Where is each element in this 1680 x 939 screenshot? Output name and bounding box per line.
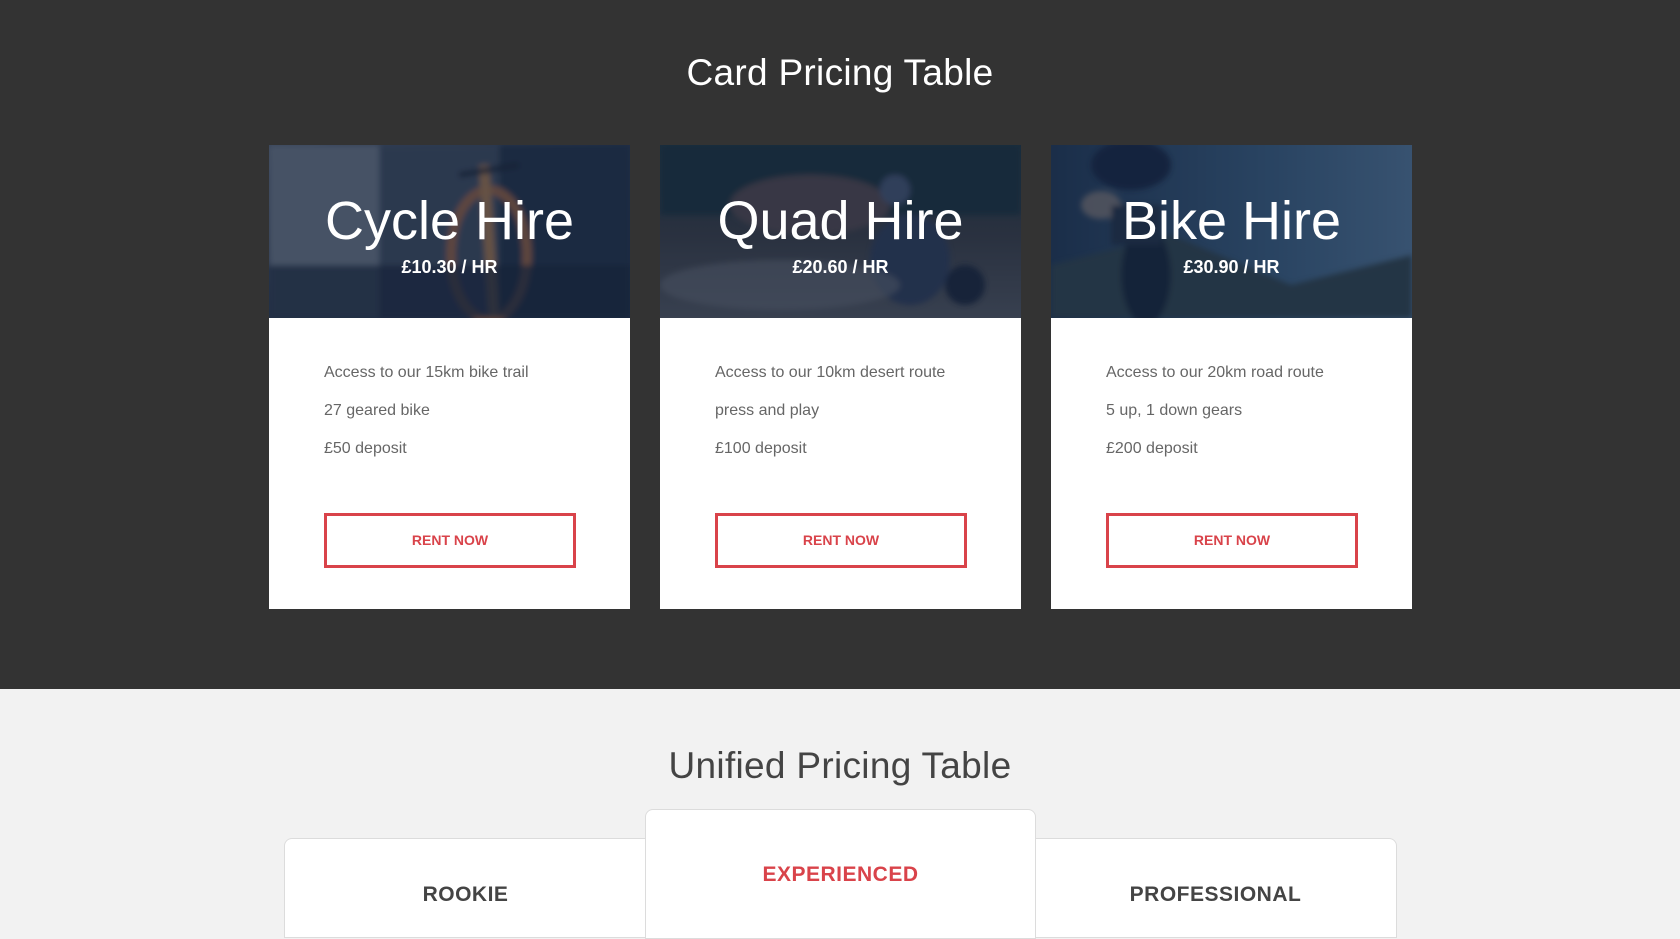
plan-name: PROFESSIONAL <box>1129 883 1302 906</box>
feature-item: £50 deposit <box>324 440 407 457</box>
card-price: £30.90 / HR <box>1183 257 1280 277</box>
feature-item: Access to our 20km road route <box>1106 364 1324 381</box>
unified-pricing-title: Unified Pricing Table <box>668 745 1012 786</box>
card-price: £20.60 / HR <box>792 257 889 277</box>
feature-item: Access to our 15km bike trail <box>324 364 529 381</box>
plan-experienced: EXPERIENCED <box>645 809 1036 939</box>
plan-rookie: ROOKIE <box>284 838 646 938</box>
feature-item: 5 up, 1 down gears <box>1106 402 1243 419</box>
plan-name: ROOKIE <box>422 883 509 906</box>
card-header-image: Quad Hire £20.60 / HR <box>660 145 1021 318</box>
rent-now-button[interactable]: RENT NOW <box>715 513 967 568</box>
plan-professional: PROFESSIONAL <box>1035 838 1397 938</box>
feature-list: Access to our 10km desert route press an… <box>715 363 945 477</box>
feature-list: Access to our 20km road route 5 up, 1 do… <box>1106 363 1324 477</box>
card-pricing-title: Card Pricing Table <box>686 52 994 93</box>
card-header-image: Cycle Hire £10.30 / HR <box>269 145 630 318</box>
plan-name: EXPERIENCED <box>762 863 919 886</box>
rent-now-button[interactable]: RENT NOW <box>1106 513 1358 568</box>
feature-list: Access to our 15km bike trail 27 geared … <box>324 363 529 477</box>
card-title: Cycle Hire <box>324 191 575 251</box>
pricing-card-quad-hire: Quad Hire £20.60 / HR Access to our 10km… <box>660 145 1021 609</box>
card-title: Bike Hire <box>1121 191 1342 251</box>
card-price: £10.30 / HR <box>401 257 498 277</box>
feature-item: press and play <box>715 402 820 419</box>
feature-item: 27 geared bike <box>324 402 430 419</box>
feature-item: £100 deposit <box>715 440 807 457</box>
feature-item: Access to our 10km desert route <box>715 364 946 381</box>
card-header-image: Bike Hire £30.90 / HR <box>1051 145 1412 318</box>
card-title: Quad Hire <box>717 191 964 251</box>
pricing-card-bike-hire: Bike Hire £30.90 / HR Access to our 20km… <box>1051 145 1412 609</box>
feature-item: £200 deposit <box>1106 440 1198 457</box>
rent-now-button[interactable]: RENT NOW <box>324 513 576 568</box>
pricing-card-cycle-hire: Cycle Hire £10.30 / HR Access to our 15k… <box>269 145 630 609</box>
